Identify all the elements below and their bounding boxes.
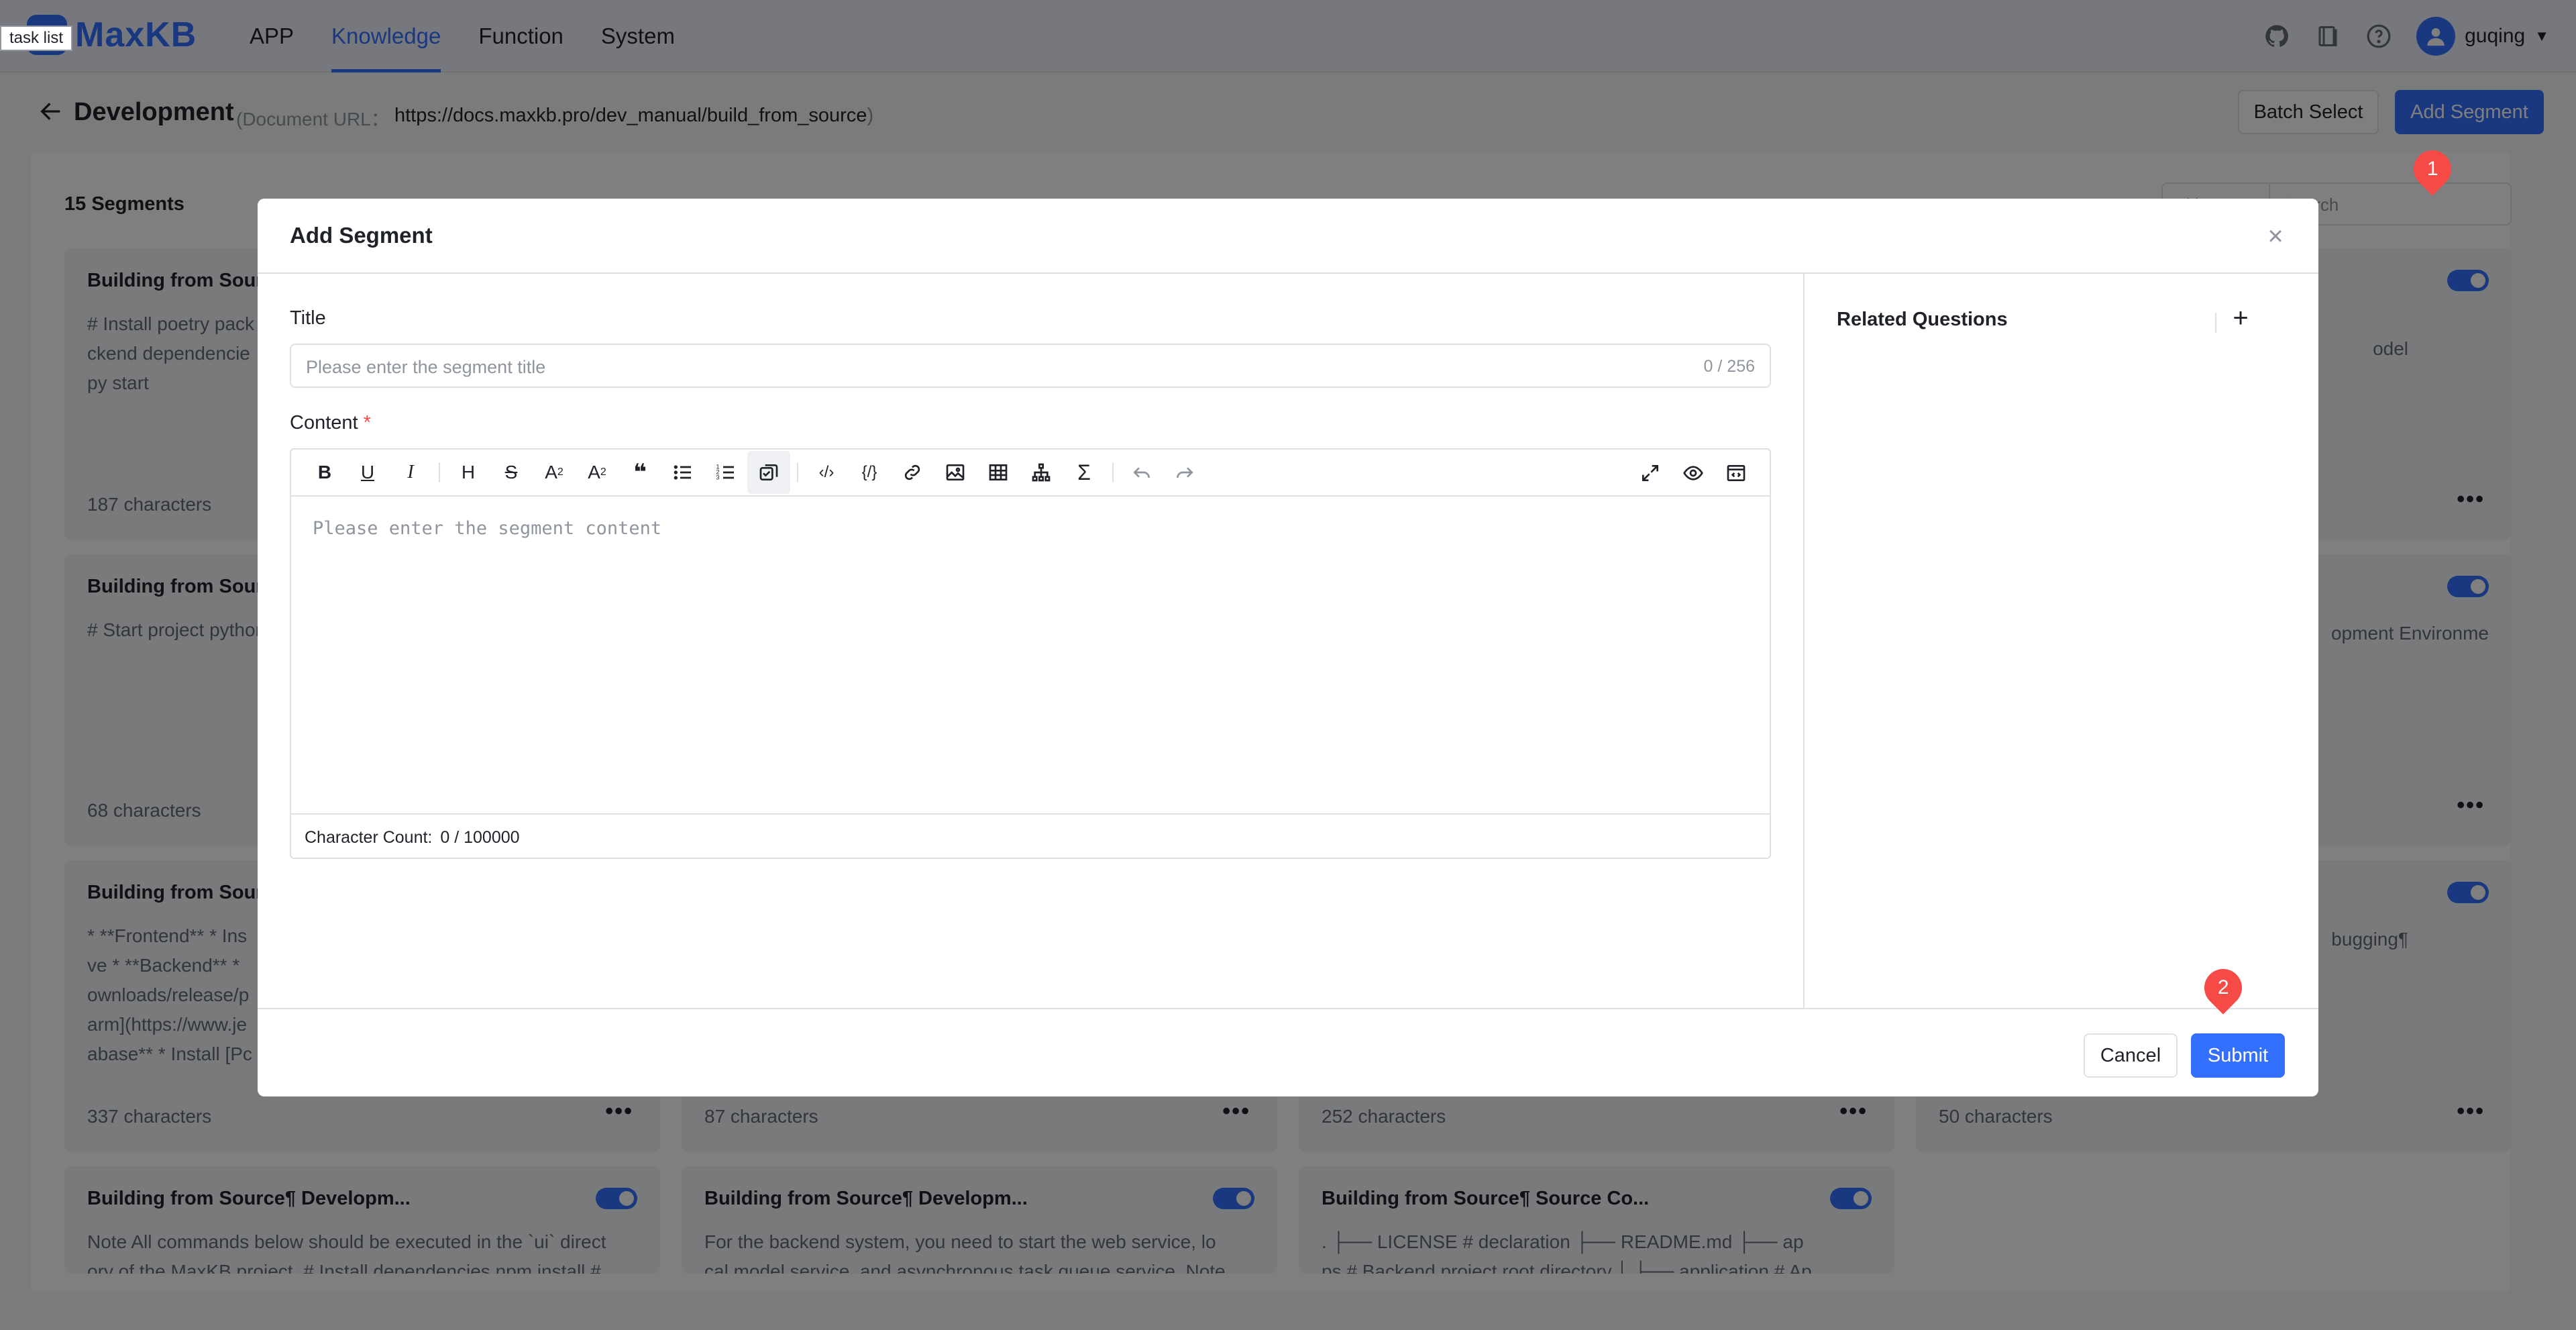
underline-icon[interactable]: U: [346, 451, 389, 494]
code-block-icon[interactable]: {/}: [848, 451, 891, 494]
related-questions-label: Related Questions: [1837, 309, 2008, 330]
title-char-counter: 0 / 256: [1703, 357, 1755, 376]
title-label: Title: [290, 307, 326, 329]
undo-icon[interactable]: [1120, 451, 1163, 494]
dialog-footer: [258, 1008, 2318, 1096]
segment-title-input[interactable]: Please enter the segment title 0 / 256: [290, 344, 1771, 388]
formula-icon[interactable]: Σ: [1063, 451, 1106, 494]
toolbar-divider: [1112, 462, 1114, 482]
bullet-list-icon[interactable]: [661, 451, 704, 494]
svg-text:3: 3: [716, 474, 719, 481]
step-badge-number: 2: [2217, 976, 2229, 999]
diagram-icon[interactable]: [1020, 451, 1063, 494]
tooltip: task list: [0, 25, 73, 51]
dialog-header: Add Segment ×: [258, 199, 2318, 274]
related-questions-divider: [2215, 313, 2216, 333]
char-count-label: Character Count:: [305, 828, 433, 847]
strikethrough-icon[interactable]: S: [490, 451, 533, 494]
link-icon[interactable]: [891, 451, 934, 494]
bold-icon[interactable]: B: [303, 451, 346, 494]
image-icon[interactable]: [934, 451, 977, 494]
italic-icon[interactable]: I: [389, 451, 432, 494]
redo-icon[interactable]: [1163, 451, 1206, 494]
ordered-list-icon[interactable]: 123: [704, 451, 747, 494]
editor-footer: Character Count: 0 / 100000: [291, 813, 1770, 858]
segment-title-placeholder: Please enter the segment title: [306, 357, 546, 377]
content-label-text: Content: [290, 412, 358, 433]
required-mark: *: [363, 412, 371, 433]
related-questions-panel: Related Questions +: [1803, 274, 2318, 1008]
superscript-icon[interactable]: A2: [576, 451, 619, 494]
subscript-icon[interactable]: A2: [533, 451, 576, 494]
table-icon[interactable]: [977, 451, 1020, 494]
segment-content-placeholder: Please enter the segment content: [313, 518, 662, 539]
preview-eye-icon[interactable]: [1672, 452, 1715, 495]
add-question-plus-icon[interactable]: +: [2227, 305, 2254, 331]
fullscreen-icon[interactable]: [1629, 452, 1672, 495]
submit-button[interactable]: Submit: [2191, 1033, 2285, 1078]
toolbar-right-group: [1629, 452, 1758, 495]
toolbar-divider: [439, 462, 440, 482]
char-count-value: 0 / 100000: [440, 828, 520, 847]
toolbar-divider: [797, 462, 798, 482]
close-icon[interactable]: ×: [2262, 223, 2289, 250]
segment-form: Title Please enter the segment title 0 /…: [290, 274, 1771, 986]
add-segment-dialog: Add Segment × Title Please enter the seg…: [258, 199, 2318, 1096]
inline-code-icon[interactable]: ‹/›: [805, 451, 848, 494]
quote-icon[interactable]: ❝: [619, 451, 661, 494]
step-badge-number: 1: [2426, 158, 2438, 180]
markdown-editor[interactable]: B U I H S A2 A2 ❝ 123 ‹/› {/} Σ Please e…: [290, 448, 1771, 859]
heading-icon[interactable]: H: [447, 451, 490, 494]
cancel-button[interactable]: Cancel: [2084, 1033, 2178, 1078]
dialog-title: Add Segment: [290, 223, 433, 248]
task-list-icon[interactable]: [747, 451, 790, 494]
editor-toolbar: B U I H S A2 A2 ❝ 123 ‹/› {/} Σ: [291, 450, 1770, 497]
html-preview-icon[interactable]: [1715, 452, 1758, 495]
content-label: Content *: [290, 412, 371, 434]
